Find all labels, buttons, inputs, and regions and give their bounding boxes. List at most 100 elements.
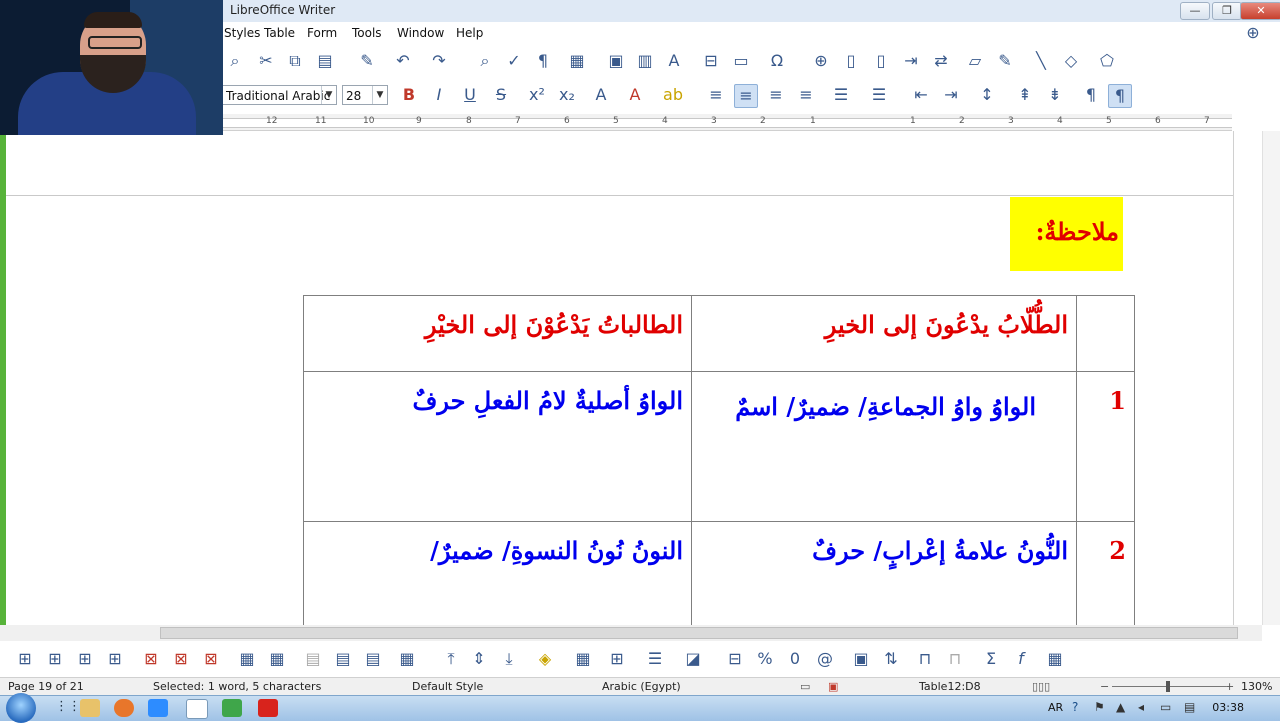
border-color-icon[interactable]: ◪ bbox=[682, 648, 704, 670]
page-break-icon[interactable]: ⊟ bbox=[700, 50, 722, 72]
menu-styles[interactable]: Styles bbox=[224, 26, 260, 40]
right-to-left-icon[interactable]: ¶ bbox=[1108, 84, 1132, 108]
copy-icon[interactable]: ⧉ bbox=[284, 50, 306, 72]
table-header-cell[interactable] bbox=[1076, 295, 1135, 372]
paragraph-spacing-down-icon[interactable]: ⇟ bbox=[1044, 84, 1066, 106]
sort-icon[interactable]: ⇅ bbox=[880, 648, 902, 670]
bookmark-icon[interactable]: ⇥ bbox=[900, 50, 922, 72]
insert-rows-below-icon[interactable]: ⊞ bbox=[44, 648, 66, 670]
insert-table-icon[interactable]: ▦ bbox=[566, 50, 588, 72]
menu-window[interactable]: Window bbox=[397, 26, 444, 40]
highlight-color-icon[interactable]: ab bbox=[662, 84, 684, 106]
redo-icon[interactable]: ↷ bbox=[428, 50, 450, 72]
zoom-slider-thumb[interactable] bbox=[1166, 681, 1170, 692]
draw-functions-icon[interactable]: ⬠ bbox=[1096, 50, 1118, 72]
increase-indent-icon[interactable]: ⇥ bbox=[940, 84, 962, 106]
paste-icon[interactable]: ▤ bbox=[314, 50, 336, 72]
superscript-icon[interactable]: x² bbox=[526, 84, 548, 106]
start-button[interactable] bbox=[6, 693, 36, 723]
line-icon[interactable]: ╲ bbox=[1030, 50, 1052, 72]
comment-icon[interactable]: ▱ bbox=[964, 50, 986, 72]
select-table-icon[interactable]: ▦ bbox=[266, 648, 288, 670]
track-changes-icon[interactable]: ✎ bbox=[994, 50, 1016, 72]
horizontal-scroll-thumb[interactable] bbox=[160, 627, 1238, 639]
row-number-cell[interactable]: 1 bbox=[1076, 371, 1135, 522]
shapes-icon[interactable]: ◇ bbox=[1060, 50, 1082, 72]
unprotect-cells-icon[interactable]: ⊓ bbox=[944, 648, 966, 670]
clock[interactable]: 03:38 bbox=[1212, 701, 1244, 714]
cut-icon[interactable]: ✂ bbox=[255, 50, 277, 72]
close-button[interactable]: ✕ bbox=[1240, 2, 1280, 20]
insert-field-icon[interactable]: ▭ bbox=[730, 50, 752, 72]
tray-flag-icon[interactable]: ⚑ bbox=[1094, 700, 1105, 714]
split-table-icon[interactable]: ▤ bbox=[362, 648, 384, 670]
autoformat-styles-icon[interactable]: ▦ bbox=[572, 648, 594, 670]
formatting-marks-icon[interactable]: ¶ bbox=[532, 50, 554, 72]
find-replace-icon[interactable]: ⌕ bbox=[474, 50, 496, 72]
font-size-box[interactable]: 28 ▼ bbox=[342, 85, 388, 105]
spelling-icon[interactable]: ✓ bbox=[503, 50, 525, 72]
help-icon[interactable]: ? bbox=[1072, 700, 1078, 714]
menu-table[interactable]: Table bbox=[264, 26, 295, 40]
center-vertically-icon[interactable]: ⇕ bbox=[468, 648, 490, 670]
font-name-box[interactable]: Traditional Arabic ▼ bbox=[222, 85, 337, 105]
table-header-cell[interactable]: الطُّلّابُ يدْعُونَ إلى الخيرِ bbox=[691, 295, 1077, 372]
cross-reference-icon[interactable]: ⇄ bbox=[930, 50, 952, 72]
endnote-icon[interactable]: ▯ bbox=[870, 50, 892, 72]
menu-tools[interactable]: Tools bbox=[352, 26, 382, 40]
row-number-cell[interactable]: 2 bbox=[1076, 521, 1135, 628]
insert-columns-after-icon[interactable]: ⊞ bbox=[104, 648, 126, 670]
decrease-indent-icon[interactable]: ⇤ bbox=[910, 84, 932, 106]
writer-app-icon[interactable] bbox=[186, 699, 208, 719]
subscript-icon[interactable]: x₂ bbox=[556, 84, 578, 106]
insert-image-icon[interactable]: ▣ bbox=[605, 50, 627, 72]
page-count[interactable]: Page 19 of 21 bbox=[8, 680, 84, 693]
table-cell[interactable]: الواوُ أصليةٌ لامُ الفعلِ حرفٌ bbox=[303, 371, 692, 522]
zoom-app-icon[interactable] bbox=[148, 699, 168, 717]
justify-icon[interactable]: ≡ bbox=[795, 84, 817, 106]
text-box-icon[interactable]: A bbox=[663, 50, 685, 72]
battery-icon[interactable]: ▭ bbox=[1160, 700, 1171, 714]
sum-icon[interactable]: Σ bbox=[980, 648, 1002, 670]
zoom-in-icon[interactable]: + bbox=[1225, 680, 1234, 693]
line-spacing-icon[interactable]: ↕ bbox=[976, 84, 998, 106]
special-character-icon[interactable]: Ω bbox=[766, 50, 788, 72]
action-center-icon[interactable]: ▤ bbox=[1184, 700, 1195, 714]
table-properties-icon[interactable]: ▦ bbox=[1044, 648, 1066, 670]
clear-formatting-icon[interactable]: A bbox=[590, 84, 612, 106]
insert-columns-before-icon[interactable]: ⊞ bbox=[74, 648, 96, 670]
acrobat-icon[interactable] bbox=[258, 699, 278, 717]
bold-icon[interactable]: B bbox=[398, 84, 420, 106]
align-top-icon[interactable]: ⤒ bbox=[440, 648, 462, 670]
menu-help[interactable]: Help bbox=[456, 26, 483, 40]
vertical-scrollbar[interactable] bbox=[1262, 131, 1280, 625]
align-left-icon[interactable]: ≡ bbox=[705, 84, 727, 106]
left-to-right-icon[interactable]: ¶ bbox=[1080, 84, 1102, 106]
input-language[interactable]: AR bbox=[1048, 701, 1063, 714]
apps-grid-icon[interactable]: ⋮⋮ bbox=[55, 699, 81, 714]
insert-caption-icon[interactable]: ▣ bbox=[850, 648, 872, 670]
optimize-size-icon[interactable]: ▦ bbox=[396, 648, 418, 670]
clone-formatting-icon[interactable]: ✎ bbox=[356, 50, 378, 72]
maximize-button[interactable]: ❐ bbox=[1212, 2, 1242, 20]
font-name-dropdown-icon[interactable]: ▼ bbox=[321, 86, 336, 104]
grammar-table[interactable]: الطالباتُ يَدْعُوْنَ إلى الخيْرِ الطُّلّ… bbox=[303, 295, 1135, 628]
horizontal-ruler[interactable]: 12 11 10 9 8 7 6 5 4 3 2 1 1 2 3 4 5 6 7 bbox=[222, 114, 1232, 131]
page-style[interactable]: Default Style bbox=[412, 680, 483, 693]
bullets-icon[interactable]: ☰ bbox=[830, 84, 852, 106]
border-style-icon[interactable]: ☰ bbox=[644, 648, 666, 670]
underline-icon[interactable]: U bbox=[459, 84, 481, 106]
font-size-dropdown-icon[interactable]: ▼ bbox=[372, 86, 387, 104]
select-cell-icon[interactable]: ▦ bbox=[236, 648, 258, 670]
table-cell[interactable]: النُّونُ علامةُ إعْرابٍ/ حرفٌ bbox=[691, 521, 1077, 628]
horizontal-scrollbar[interactable] bbox=[0, 625, 1262, 641]
percent-format-icon[interactable]: % bbox=[754, 648, 776, 670]
strikethrough-icon[interactable]: S bbox=[490, 84, 512, 106]
align-right-icon[interactable]: ≡ bbox=[765, 84, 787, 106]
delete-table-icon[interactable]: ⊠ bbox=[200, 648, 222, 670]
hyperlink-icon[interactable]: ⊕ bbox=[810, 50, 832, 72]
minimize-button[interactable]: — bbox=[1180, 2, 1210, 20]
firefox-icon[interactable] bbox=[114, 699, 134, 717]
italic-icon[interactable]: I bbox=[428, 84, 450, 106]
decimal-format-icon[interactable]: 0 bbox=[784, 648, 806, 670]
